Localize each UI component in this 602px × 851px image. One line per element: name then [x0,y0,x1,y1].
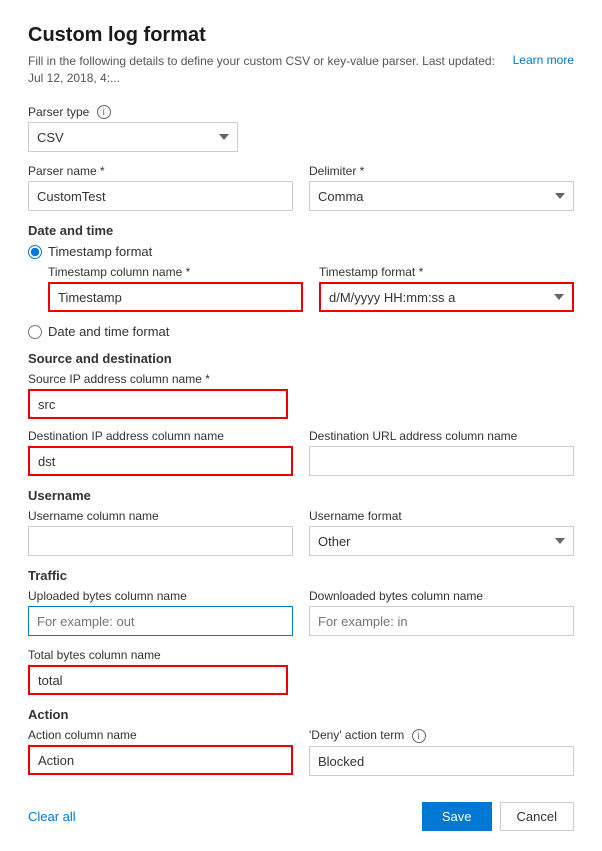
source-dest-section-title: Source and destination [28,351,574,366]
action-column-label: Action column name [28,728,293,742]
save-button[interactable]: Save [422,802,492,831]
parser-type-select[interactable]: CSV Key-value [28,122,238,152]
total-bytes-input[interactable] [28,665,288,695]
uploaded-bytes-label: Uploaded bytes column name [28,589,293,603]
delimiter-select[interactable]: Comma Tab Pipe Semicolon [309,181,574,211]
date-time-section-title: Date and time [28,223,574,238]
learn-more-link[interactable]: Learn more [513,53,574,67]
downloaded-bytes-input[interactable] [309,606,574,636]
username-format-label: Username format [309,509,574,523]
username-section-title: Username [28,488,574,503]
dest-ip-label: Destination IP address column name [28,429,293,443]
dest-ip-input[interactable] [28,446,293,476]
parser-type-label: Parser type i [28,105,574,120]
dest-url-input[interactable] [309,446,574,476]
datetime-radio[interactable] [28,325,42,339]
cancel-button[interactable]: Cancel [500,802,574,831]
username-format-select[interactable]: Other Domain\Username Username@Domain [309,526,574,556]
source-ip-input[interactable] [28,389,288,419]
page-title: Custom log format [28,24,574,47]
datetime-radio-label: Date and time format [48,324,169,339]
source-ip-label: Source IP address column name [28,372,574,386]
timestamp-column-input[interactable] [48,282,303,312]
timestamp-format-label: Timestamp format [319,265,574,279]
deny-term-input[interactable] [309,746,574,776]
datetime-format-radio-group: Date and time format [28,324,574,339]
downloaded-bytes-label: Downloaded bytes column name [309,589,574,603]
uploaded-bytes-input[interactable] [28,606,293,636]
username-column-input[interactable] [28,526,293,556]
dest-url-label: Destination URL address column name [309,429,574,443]
parser-name-input[interactable] [28,181,293,211]
action-section-title: Action [28,707,574,722]
clear-all-button[interactable]: Clear all [28,809,76,824]
deny-term-label: 'Deny' action term i [309,728,574,743]
delimiter-label: Delimiter [309,164,574,178]
parser-name-label: Parser name [28,164,293,178]
timestamp-column-label: Timestamp column name [48,265,303,279]
timestamp-format-select[interactable]: d/M/yyyy HH:mm:ss a MM/dd/yyyy HH:mm:ss … [319,282,574,312]
timestamp-radio[interactable] [28,245,42,259]
subtitle-text: Fill in the following details to define … [28,53,503,87]
timestamp-format-radio-group: Timestamp format [28,244,574,259]
action-column-input[interactable] [28,745,293,775]
traffic-section-title: Traffic [28,568,574,583]
deny-term-info-icon[interactable]: i [412,729,426,743]
username-column-label: Username column name [28,509,293,523]
total-bytes-label: Total bytes column name [28,648,288,662]
timestamp-radio-label: Timestamp format [48,244,152,259]
parser-type-info-icon[interactable]: i [97,105,111,119]
